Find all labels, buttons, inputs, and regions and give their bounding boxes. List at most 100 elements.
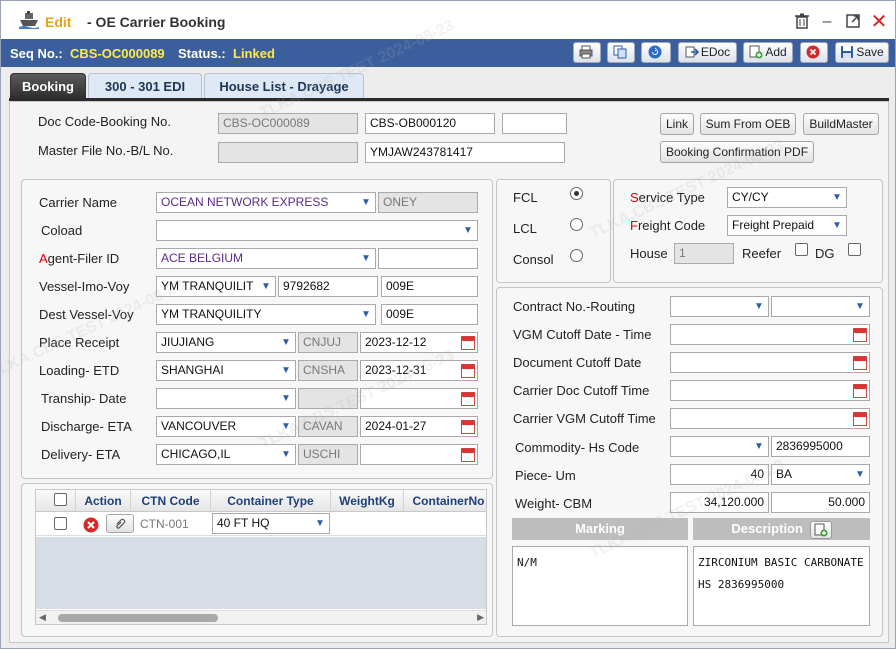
ship-icon	[19, 11, 39, 29]
scrollbar-thumb[interactable]	[58, 614, 218, 622]
close-icon[interactable]: ✕	[870, 12, 888, 32]
tranship-select[interactable]: ▼	[156, 388, 296, 409]
freight-code-label: Freight Code	[630, 218, 705, 233]
refresh-button[interactable]	[641, 42, 671, 63]
link-button[interactable]: Link	[660, 113, 694, 135]
voyage-field[interactable]: 009E	[381, 276, 478, 297]
row-checkbox[interactable]	[54, 517, 67, 530]
container-grid: Action CTN Code Container Type WeightKg …	[35, 489, 487, 625]
column-header[interactable]: Container Type	[211, 490, 331, 512]
calendar-icon[interactable]	[853, 384, 867, 398]
column-header[interactable]: WeightKg	[331, 490, 404, 512]
delete-icon[interactable]	[793, 13, 811, 31]
lcl-radio[interactable]	[570, 218, 583, 231]
unit-select[interactable]: BA ▼	[771, 464, 870, 485]
scroll-right-icon[interactable]: ▶	[477, 612, 484, 623]
bl-no-field[interactable]: YMJAW243781417	[365, 142, 565, 163]
fcl-radio[interactable]	[570, 187, 583, 200]
master-file-label: Master File No.-B/L No.	[38, 143, 174, 158]
piece-field[interactable]: 40	[670, 464, 769, 485]
coload-select[interactable]: ▼	[156, 220, 478, 241]
attach-button[interactable]	[106, 514, 134, 533]
agent-filer-select[interactable]: ACE BELGIUM ▼	[156, 248, 376, 269]
vgm-cutoff-field[interactable]	[670, 324, 870, 345]
booking-no-field[interactable]: CBS-OB000120	[365, 113, 495, 134]
place-receipt-select[interactable]: JIUJIANG ▼	[156, 332, 296, 353]
place-receipt-date[interactable]: 2023-12-12	[360, 332, 478, 353]
imo-field[interactable]: 9792682	[278, 276, 378, 297]
service-type-select[interactable]: CY/CY ▼	[727, 187, 847, 208]
edoc-button[interactable]: EDoc	[678, 42, 737, 63]
carrier-vgm-cutoff-field[interactable]	[670, 408, 870, 429]
add-description-button[interactable]	[809, 521, 832, 539]
calendar-icon[interactable]	[853, 412, 867, 426]
window-title: - OE Carrier Booking	[87, 14, 226, 30]
horizontal-scrollbar[interactable]: ◀ ▶	[36, 610, 486, 624]
description-textarea[interactable]: ZIRCONIUM BASIC CARBONATE HS 2836995000	[693, 546, 870, 626]
calendar-icon[interactable]	[461, 392, 475, 406]
description-line: ZIRCONIUM BASIC CARBONATE	[698, 556, 864, 569]
booking-extra-field[interactable]	[502, 113, 567, 134]
tab-house-list[interactable]: House List - Drayage	[204, 73, 364, 99]
doc-cutoff-field[interactable]	[670, 352, 870, 373]
hs-code-field[interactable]: 2836995000	[771, 436, 870, 457]
cancel-button[interactable]	[800, 42, 828, 63]
build-master-button[interactable]: BuildMaster	[803, 113, 879, 135]
copy-button[interactable]	[607, 42, 635, 63]
minimize-icon[interactable]: –	[818, 13, 836, 31]
discharge-select[interactable]: VANCOUVER ▼	[156, 416, 296, 437]
marking-header: Marking	[512, 518, 688, 540]
carrier-doc-cutoff-field[interactable]	[670, 380, 870, 401]
calendar-icon[interactable]	[853, 328, 867, 342]
tab-edi[interactable]: 300 - 301 EDI	[88, 73, 202, 99]
delete-row-icon[interactable]	[83, 517, 99, 533]
doc-cutoff-label: Document Cutoff Date	[513, 355, 642, 370]
maximize-icon[interactable]	[844, 13, 862, 31]
routing-select[interactable]: ▼	[771, 296, 870, 317]
chevron-down-icon: ▼	[754, 441, 764, 452]
cancel-icon	[806, 45, 820, 59]
agent-code-field[interactable]	[378, 248, 478, 269]
commodity-select[interactable]: ▼	[670, 436, 769, 457]
dg-checkbox[interactable]	[848, 243, 861, 256]
loading-date[interactable]: 2023-12-31	[360, 360, 478, 381]
weight-field[interactable]: 34,120.000	[670, 492, 769, 513]
dest-vessel-select[interactable]: YM TRANQUILITY ▼	[156, 304, 376, 325]
tranship-date[interactable]	[360, 388, 478, 409]
calendar-icon[interactable]	[461, 420, 475, 434]
column-header[interactable]: ContainerNo	[404, 490, 486, 512]
scroll-left-icon[interactable]: ◀	[39, 612, 46, 623]
calendar-icon[interactable]	[461, 364, 475, 378]
vessel-select[interactable]: YM TRANQUILIT ▼	[156, 276, 276, 297]
carrier-name-select[interactable]: OCEAN NETWORK EXPRESS ▼	[156, 192, 376, 213]
tab-booking[interactable]: Booking	[10, 73, 86, 99]
ctn-code-cell: CTN-001	[140, 517, 189, 531]
freight-code-select[interactable]: Freight Prepaid ▼	[727, 215, 847, 236]
booking-confirmation-pdf-button[interactable]: Booking Confirmation PDF	[660, 141, 814, 163]
column-header[interactable]: CTN Code	[131, 490, 211, 512]
column-header[interactable]: Action	[76, 490, 131, 512]
chevron-down-icon: ▼	[281, 365, 291, 376]
dest-voyage-field[interactable]: 009E	[381, 304, 478, 325]
reefer-checkbox[interactable]	[795, 243, 808, 256]
consol-radio[interactable]	[570, 249, 583, 262]
calendar-icon[interactable]	[853, 356, 867, 370]
sum-from-oeb-button[interactable]: Sum From OEB	[700, 113, 796, 135]
discharge-value: VANCOUVER	[161, 419, 237, 433]
calendar-icon[interactable]	[461, 448, 475, 462]
delivery-date[interactable]	[360, 444, 478, 465]
select-all-checkbox[interactable]	[54, 493, 67, 506]
delivery-select[interactable]: CHICAGO,IL ▼	[156, 444, 296, 465]
cbm-field[interactable]: 50.000	[771, 492, 870, 513]
loading-select[interactable]: SHANGHAI ▼	[156, 360, 296, 381]
print-button[interactable]	[573, 42, 601, 63]
chevron-down-icon: ▼	[361, 253, 371, 264]
discharge-date[interactable]: 2024-01-27	[360, 416, 478, 437]
add-button[interactable]: Add	[743, 42, 793, 63]
container-type-select[interactable]: 40 FT HQ ▼	[212, 513, 330, 534]
contract-select[interactable]: ▼	[670, 296, 769, 317]
save-button[interactable]: Save	[835, 42, 889, 63]
marking-textarea[interactable]: N/M	[512, 546, 688, 626]
container-type-value: 40 FT HQ	[217, 516, 270, 530]
calendar-icon[interactable]	[461, 336, 475, 350]
